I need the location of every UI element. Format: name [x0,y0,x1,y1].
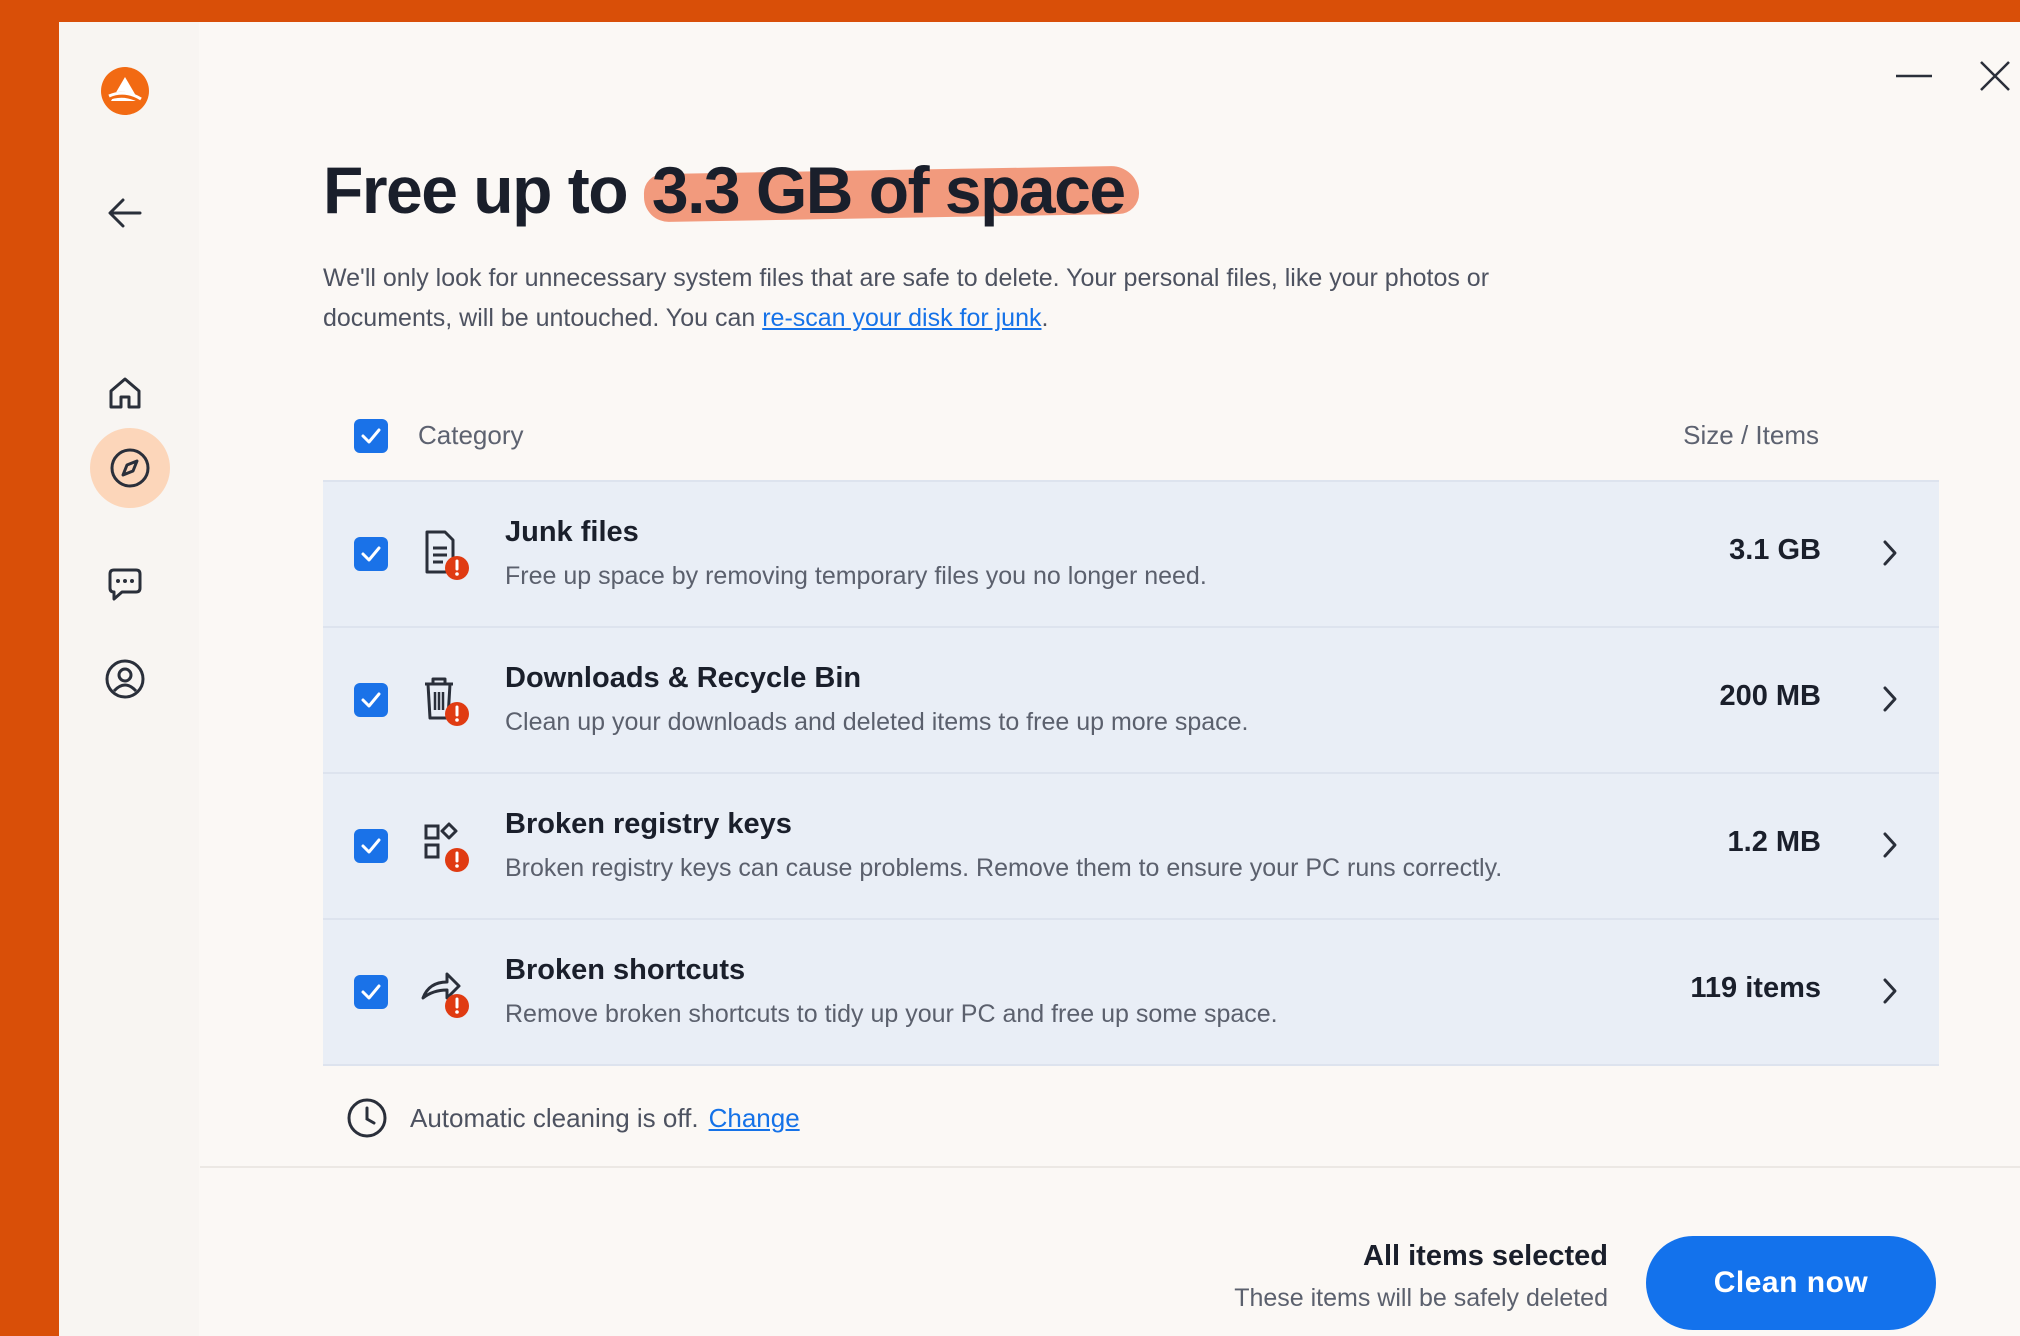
back-button[interactable] [94,182,156,244]
table-row[interactable]: Broken shortcuts Remove broken shortcuts… [323,918,1939,1066]
document-alert-icon [425,530,469,580]
table-row[interactable]: Downloads & Recycle Bin Clean up your do… [323,626,1939,772]
compass-icon [110,448,150,488]
check-icon [361,546,381,562]
check-icon [361,984,381,1000]
brand-logo-icon [94,60,156,122]
table-row[interactable]: Junk files Free up space by removing tem… [323,480,1939,626]
row-description: Remove broken shortcuts to tidy up your … [505,1000,1278,1028]
chevron-right-icon[interactable] [1875,682,1905,716]
subtitle-end: . [1041,304,1049,332]
rescan-link[interactable]: re-scan your disk for junk [762,304,1041,332]
auto-clean-status: Automatic cleaning is off. Change [346,1096,800,1140]
select-all-checkbox[interactable] [354,419,388,453]
auto-clean-text: Automatic cleaning is off. [410,1102,699,1133]
title-highlight-text: 3.3 GB of space [651,153,1126,227]
column-header-category: Category [418,420,524,450]
check-icon [361,428,381,444]
row-title: Junk files [505,516,639,548]
chevron-right-icon[interactable] [1875,536,1905,570]
user-circle-icon [105,659,145,699]
row-description: Broken registry keys can cause problems.… [505,854,1503,882]
row-title: Broken shortcuts [505,954,746,986]
sidebar-item-home[interactable] [94,362,156,424]
row-checkbox[interactable] [354,537,388,571]
check-icon [361,692,381,708]
row-checkbox[interactable] [354,683,388,717]
footer-bar: All items selected These items will be s… [200,1166,2020,1336]
sidebar-item-feedback[interactable] [94,554,156,616]
row-description: Free up space by removing temporary file… [505,562,1207,590]
selection-status-subtitle: These items will be safely deleted [1234,1284,1608,1312]
row-size: 3.1 GB [1729,534,1821,566]
chat-icon [108,568,142,601]
row-size: 1.2 MB [1727,826,1821,858]
clock-icon [347,1098,387,1138]
registry-alert-icon [424,822,469,872]
app-window: Free up to 3.3 GB of space We'll only lo… [59,22,2020,1336]
table-row[interactable]: Broken registry keys Broken registry key… [323,772,1939,918]
home-icon [109,377,141,409]
chevron-right-icon[interactable] [1875,974,1905,1008]
sidebar-item-explore[interactable] [90,428,170,508]
row-description: Clean up your downloads and deleted item… [505,708,1249,736]
sidebar-item-account[interactable] [94,648,156,710]
column-header-size: Size / Items [1683,420,1819,450]
selection-status-title: All items selected [1363,1240,1608,1272]
sidebar [59,22,199,1336]
trash-alert-icon [425,677,469,726]
row-checkbox[interactable] [354,829,388,863]
change-auto-clean-link[interactable]: Change [709,1103,800,1134]
page-title: Free up to 3.3 GB of space [323,150,1133,230]
table-header: Category Size / Items [323,400,1939,480]
row-title: Downloads & Recycle Bin [505,662,862,694]
title-prefix: Free up to [323,153,629,227]
shortcut-alert-icon [421,972,469,1018]
row-title: Broken registry keys [505,808,792,840]
row-checkbox[interactable] [354,975,388,1009]
check-icon [361,838,381,854]
main-content: Free up to 3.3 GB of space We'll only lo… [323,22,2020,1336]
clean-now-button[interactable]: Clean now [1646,1236,1936,1330]
arrow-left-icon [108,198,142,228]
category-table: Category Size / Items Junk files Free up… [323,400,1939,1066]
row-size: 200 MB [1719,680,1821,712]
row-size: 119 items [1690,972,1821,1004]
page-subtitle: We'll only look for unnecessary system f… [323,258,1623,338]
title-highlight: 3.3 GB of space [644,150,1133,230]
chevron-right-icon[interactable] [1875,828,1905,862]
